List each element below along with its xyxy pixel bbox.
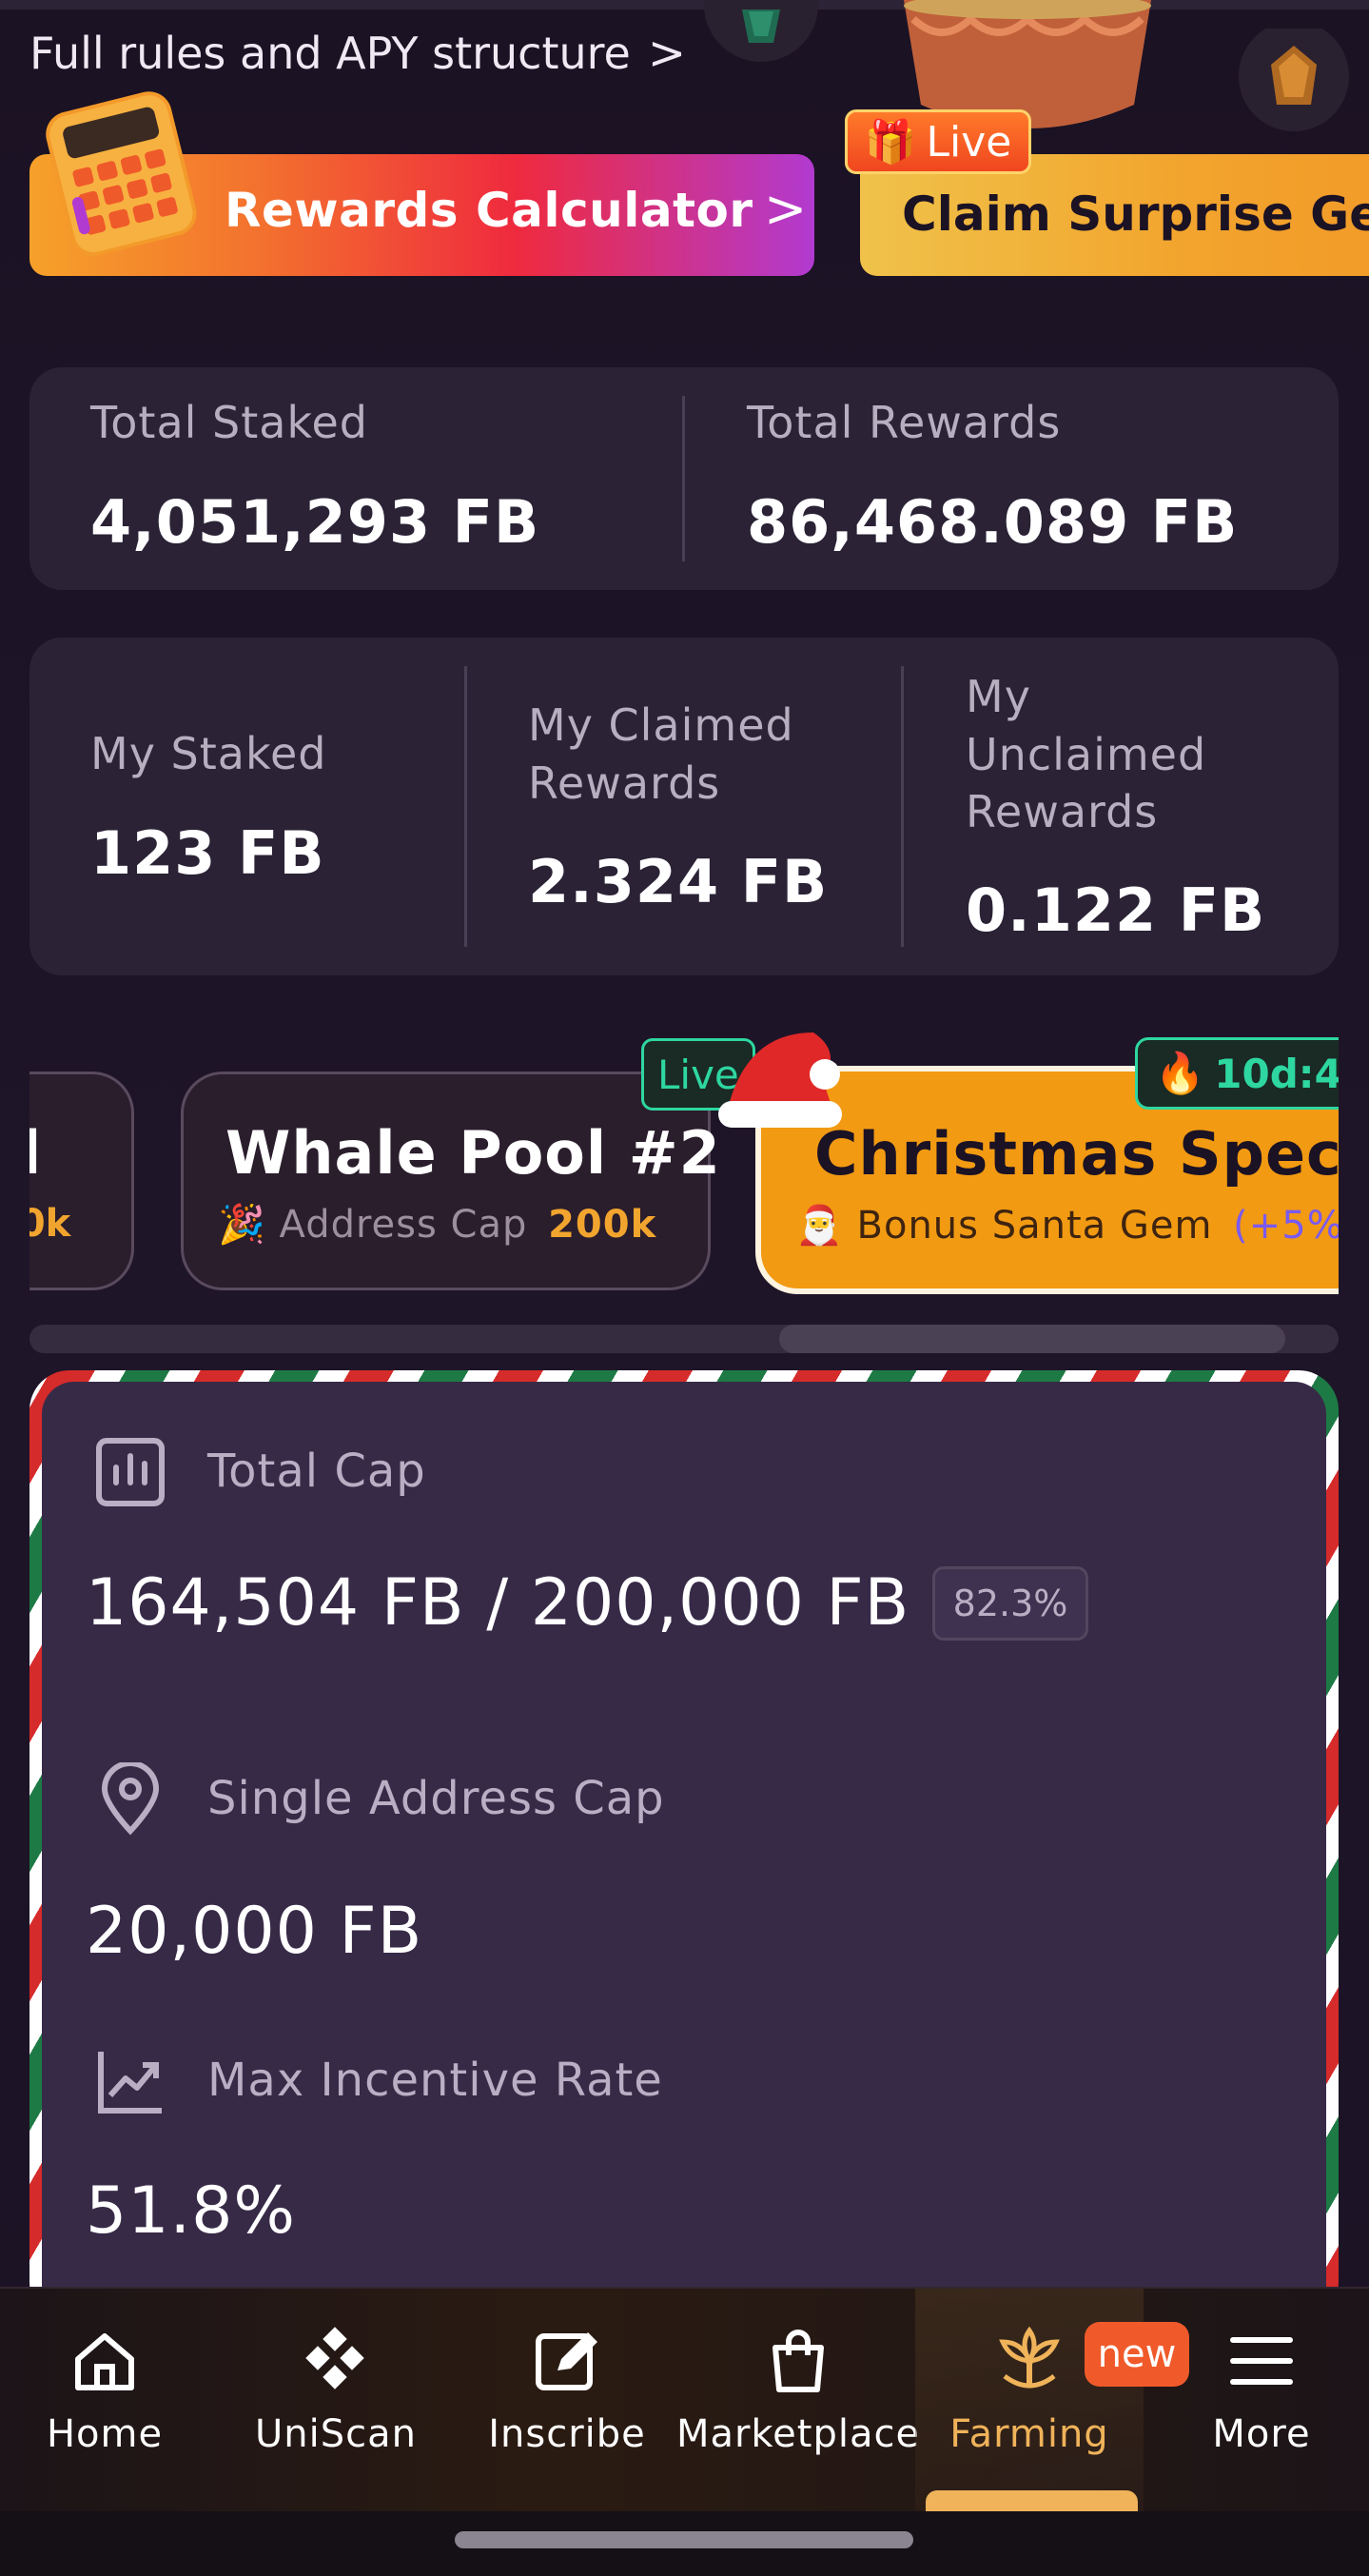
- new-badge: new: [1085, 2322, 1189, 2387]
- nav-item-home[interactable]: Home: [0, 2289, 219, 2513]
- pool-tab-sub: 🎅 Bonus Santa Gem (+5%: [795, 1203, 1339, 1248]
- fire-icon: 🔥: [1155, 1050, 1205, 1096]
- pool-tab-previous[interactable]: l 00k: [29, 1072, 134, 1290]
- cap-percent-badge: 82.3%: [932, 1566, 1088, 1641]
- pool-tab-title: l: [29, 1118, 42, 1188]
- live-badge-label: Live: [926, 117, 1012, 167]
- divider: [464, 666, 467, 947]
- my-staked-value: 123 FB: [90, 818, 325, 888]
- single-address-cap-value: 20,000 FB: [86, 1894, 423, 1969]
- nav-item-label: Farming: [949, 2412, 1109, 2456]
- santa-hat-icon: [718, 1032, 842, 1128]
- pool-tab-whale-pool-2[interactable]: Whale Pool #2 🎉 Address Cap 200k: [181, 1072, 720, 1290]
- my-staked-label: My Staked: [90, 728, 327, 779]
- rules-link-label: Full rules and APY structure: [29, 28, 631, 79]
- total-rewards-label: Total Rewards: [747, 397, 1062, 448]
- nav-item-label: More: [1212, 2412, 1311, 2456]
- rewards-calculator-label: Rewards Calculator: [225, 183, 753, 238]
- scrollbar-thumb[interactable]: [779, 1325, 1285, 1353]
- total-staked-value: 4,051,293 FB: [90, 487, 540, 557]
- total-cap-value: 164,504 FB / 200,000 FB: [86, 1565, 910, 1641]
- calculator-icon: [46, 91, 197, 257]
- single-address-cap-label: Single Address Cap: [207, 1772, 665, 1825]
- location-pin-icon: [101, 1762, 160, 1836]
- pool-tabs-scrollbar[interactable]: [29, 1325, 1339, 1353]
- bottom-nav: Home UniScan Inscribe Marketplace Farmin…: [0, 2287, 1369, 2513]
- bar-chart-icon: [96, 1438, 165, 1506]
- home-icon: [75, 2333, 134, 2390]
- bonus-percent: (+5%: [1233, 1204, 1339, 1248]
- total-cap-label: Total Cap: [207, 1445, 426, 1498]
- bag-icon: [773, 2330, 824, 2392]
- inscribe-icon: [536, 2332, 597, 2390]
- nav-item-inscribe[interactable]: Inscribe: [453, 2289, 681, 2513]
- new-badge-label: new: [1097, 2332, 1177, 2376]
- bonus-santa-gem-label: Bonus Santa Gem: [856, 1204, 1213, 1248]
- orange-gem-icon: [1239, 29, 1349, 131]
- sprout-icon: [999, 2326, 1060, 2389]
- farming-page: Full rules and APY structure > Rewards C…: [0, 0, 1369, 2576]
- max-incentive-rate-value: 51.8%: [86, 2173, 297, 2249]
- my-claimed-rewards-label: My Claimed Rewards: [528, 699, 794, 809]
- max-incentive-rate-label: Max Incentive Rate: [207, 2054, 663, 2107]
- pool-tab-sub: 00k: [29, 1202, 71, 1246]
- divider: [901, 666, 904, 947]
- santa-icon: 🎅: [795, 1204, 844, 1248]
- party-icon: 🎉: [218, 1203, 266, 1247]
- pool-tab-title: Whale Pool #2: [225, 1118, 721, 1188]
- nav-item-more[interactable]: More: [1147, 2289, 1369, 2513]
- my-unclaimed-rewards-value: 0.122 FB: [966, 875, 1266, 945]
- nav-item-label: Home: [46, 2412, 164, 2456]
- cap-percent-value: 82.3%: [952, 1583, 1068, 1624]
- pool-tab-title: Christmas Special: [814, 1119, 1339, 1189]
- nav-item-marketplace[interactable]: Marketplace: [676, 2289, 919, 2513]
- total-staked-label: Total Staked: [90, 397, 368, 448]
- address-cap-value: 200k: [548, 1203, 657, 1247]
- countdown-value: 10d:4h: [1214, 1050, 1339, 1097]
- nav-item-uniscan[interactable]: UniScan: [222, 2289, 450, 2513]
- pool-tab-sub: 🎉 Address Cap 200k: [218, 1202, 656, 1247]
- uniscan-icon: [305, 2327, 364, 2389]
- pool-tabs: l 00k Whale Pool #2 🎉 Address Cap 200k C…: [29, 1028, 1339, 1313]
- active-tab-indicator: [926, 2490, 1138, 2511]
- my-claimed-rewards-value: 2.324 FB: [528, 847, 829, 916]
- live-badge: 🎁 Live: [845, 109, 1031, 174]
- nav-item-label: Inscribe: [488, 2412, 646, 2456]
- divider: [682, 396, 685, 561]
- rules-link[interactable]: Full rules and APY structure >: [29, 27, 686, 80]
- chevron-right-icon: >: [764, 179, 808, 239]
- claim-surprise-gem-label: Claim Surprise Gem: [902, 187, 1369, 242]
- my-stats-card: My Staked 123 FB My Claimed Rewards 2.32…: [29, 638, 1339, 975]
- address-cap-label: Address Cap: [279, 1203, 528, 1247]
- gift-icon: 🎁: [864, 118, 917, 167]
- trending-up-icon: [98, 2052, 162, 2114]
- countdown-tag: 🔥 10d:4h: [1135, 1037, 1339, 1110]
- total-rewards-value: 86,468.089 FB: [747, 487, 1239, 557]
- my-unclaimed-rewards-label: My Unclaimed Rewards: [966, 671, 1207, 838]
- green-gem-icon: [704, 0, 818, 62]
- chevron-right-icon: >: [647, 27, 687, 80]
- nav-item-label: UniScan: [255, 2412, 417, 2456]
- menu-icon: [1230, 2337, 1293, 2385]
- home-indicator[interactable]: [455, 2531, 913, 2548]
- nav-item-label: Marketplace: [675, 2412, 921, 2456]
- totals-card: Total Staked 4,051,293 FB Total Rewards …: [29, 367, 1339, 590]
